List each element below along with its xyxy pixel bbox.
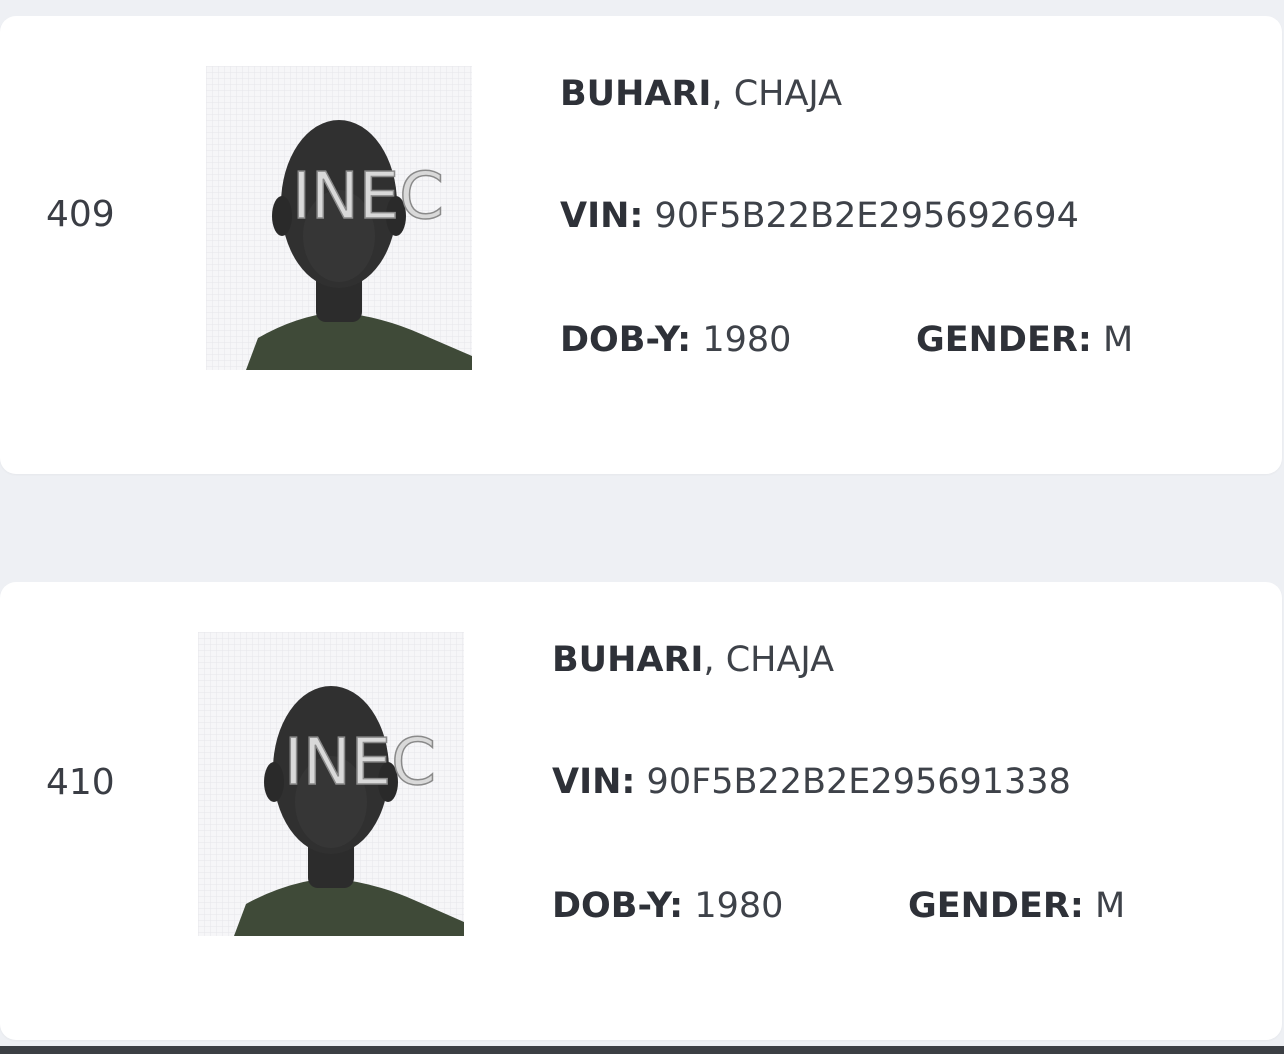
vin-value: 90F5B22B2E295691338 <box>646 762 1071 802</box>
vin-value: 90F5B22B2E295692694 <box>654 196 1079 236</box>
name-separator: , <box>711 74 734 114</box>
voter-photo: INEC <box>198 632 464 936</box>
voter-surname: BUHARI <box>560 74 712 114</box>
gender-value: M <box>1094 886 1126 926</box>
voter-photo: INEC <box>206 66 472 370</box>
dob-value: 1980 <box>694 886 784 926</box>
vin-label: VIN: <box>552 762 636 802</box>
gender-value: M <box>1102 320 1134 360</box>
dob-field: DOB-Y: 1980 <box>552 886 783 926</box>
gender-label: GENDER: <box>916 320 1092 360</box>
dob-label: DOB-Y: <box>560 320 692 360</box>
gender-label: GENDER: <box>908 886 1084 926</box>
gender-field: GENDER: M <box>916 320 1133 360</box>
inec-watermark: INEC <box>284 726 436 800</box>
dob-label: DOB-Y: <box>552 886 684 926</box>
name-separator: , <box>703 640 726 680</box>
voter-given-name: CHAJA <box>733 74 843 114</box>
serial-number: 410 <box>46 762 115 803</box>
vin-field: VIN: 90F5B22B2E295691338 <box>552 762 1071 802</box>
voter-name: BUHARI, CHAJA <box>560 74 842 114</box>
voter-card[interactable]: 410 INEC BUHARI, CHAJA VIN: 90F5B22B2E29… <box>0 582 1282 1040</box>
voter-given-name: CHAJA <box>725 640 835 680</box>
voter-card[interactable]: 409 INEC BUHARI, CHAJA VIN: 90F5B22B2E29… <box>0 16 1282 474</box>
dob-value: 1980 <box>702 320 792 360</box>
serial-number: 409 <box>46 194 115 235</box>
voter-surname: BUHARI <box>552 640 704 680</box>
voter-name: BUHARI, CHAJA <box>552 640 834 680</box>
vin-field: VIN: 90F5B22B2E295692694 <box>560 196 1079 236</box>
bottom-bar <box>0 1046 1284 1054</box>
gender-field: GENDER: M <box>908 886 1125 926</box>
dob-field: DOB-Y: 1980 <box>560 320 791 360</box>
vin-label: VIN: <box>560 196 644 236</box>
inec-watermark: INEC <box>292 160 444 234</box>
